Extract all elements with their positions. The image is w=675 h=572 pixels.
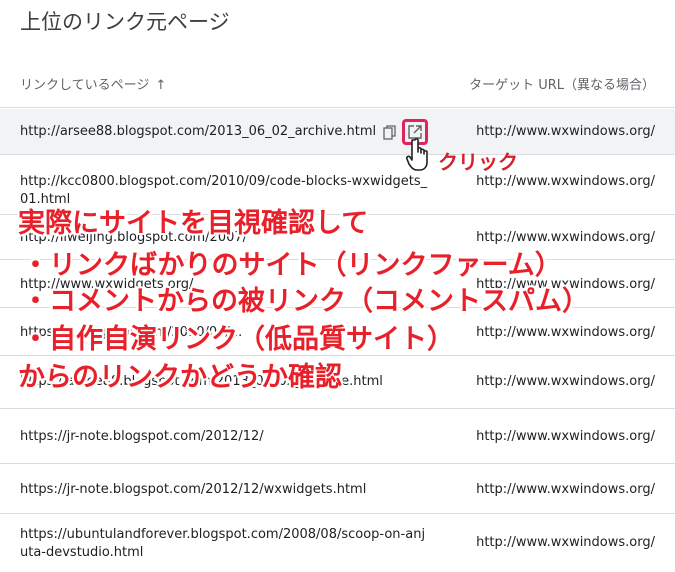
column-header-label: リンクしているページ — [20, 78, 150, 93]
copy-icon[interactable] — [383, 125, 397, 141]
annotation-line-2: ・リンクばかりのサイト（リンクファーム） — [22, 250, 562, 281]
table-header: リンクしているページ ↑ ターゲット URL（異なる場合） — [0, 60, 675, 108]
open-in-new-icon — [408, 125, 422, 139]
target-url: http://www.wxwindows.org/ — [476, 429, 655, 444]
column-header-target-url: ターゲット URL（異なる場合） — [469, 78, 655, 93]
target-url: http://www.wxwindows.org/ — [476, 535, 655, 550]
table-row[interactable]: https://jr-note.blogspot.com/2012/12/wxw… — [0, 464, 675, 514]
pointer-hand-icon — [406, 138, 428, 171]
click-annotation: クリック — [438, 150, 518, 174]
target-url: http://www.wxwindows.org/ — [476, 482, 655, 497]
table-row[interactable]: http://arsee88.blogspot.com/2013_06_02_a… — [0, 109, 675, 155]
annotation-line-5: からのリンクかどうか確認 — [18, 362, 342, 393]
page-title: 上位のリンク元ページ — [20, 10, 230, 34]
annotation-line-4: ・自作自演リンク（低品質サイト） — [22, 324, 454, 355]
target-url: http://www.wxwindows.org/ — [476, 374, 655, 389]
annotation-line-1: 実際にサイトを目視確認して — [18, 208, 369, 239]
target-url: http://www.wxwindows.org/ — [476, 325, 655, 340]
column-header-linking-page[interactable]: リンクしているページ ↑ — [20, 74, 166, 93]
linking-page-url[interactable]: https://ubuntulandforever.blogspot.com/2… — [20, 526, 430, 562]
linking-page-url[interactable]: https://jr-note.blogspot.com/2012/12/ — [20, 428, 430, 446]
annotation-line-3: ・コメントからの被リンク（コメントスパム） — [22, 286, 589, 317]
linking-page-url[interactable]: https://jr-note.blogspot.com/2012/12/wxw… — [20, 481, 430, 499]
target-url: http://www.wxwindows.org/ — [476, 230, 655, 245]
target-url: http://www.wxwindows.org/ — [476, 124, 655, 139]
linking-page-url[interactable]: http://arsee88.blogspot.com/2013_06_02_a… — [20, 123, 430, 141]
table-row[interactable]: https://ubuntulandforever.blogspot.com/2… — [0, 514, 675, 572]
linking-page-url[interactable]: http://kcc0800.blogspot.com/2010/09/code… — [20, 173, 430, 209]
arrow-up-icon[interactable]: ↑ — [155, 78, 166, 93]
target-url: http://www.wxwindows.org/ — [476, 174, 655, 189]
table-row[interactable]: https://jr-note.blogspot.com/2012/12/ ht… — [0, 409, 675, 464]
